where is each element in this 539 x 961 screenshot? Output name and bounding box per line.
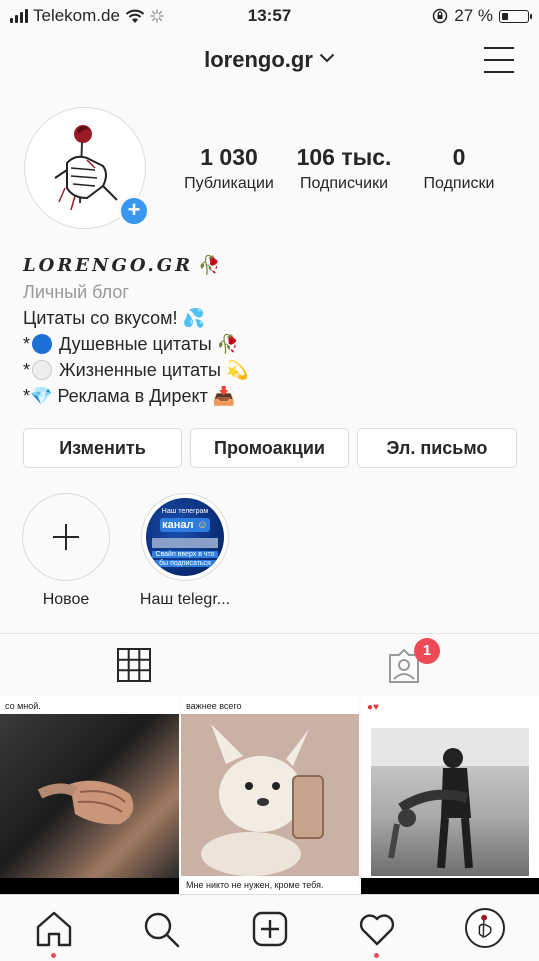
holding-hands-image — [37, 780, 134, 825]
story-telegram-label: Наш telegr... — [139, 591, 231, 608]
battery-icon — [499, 9, 532, 23]
stat-following[interactable]: 0 Подписки — [408, 144, 510, 193]
bio-line-3: * Жизненные цитаты 💫 — [23, 360, 249, 380]
profile-header: lorengo.gr — [0, 38, 539, 84]
add-story-plus-icon[interactable]: + — [118, 195, 150, 227]
activity-heart-icon[interactable] — [357, 909, 397, 949]
stat-posts-label: Публикации — [184, 175, 274, 192]
post-caption-bottom: Мне никто не нужен, кроме тебя. — [186, 880, 324, 890]
story-new-label: Новое — [42, 591, 90, 608]
post-image — [371, 728, 529, 876]
story-telegram[interactable]: Наш телеграм канал ☺ Свайп вверх в что б… — [137, 493, 233, 609]
post-tile[interactable]: ●♥ — [361, 696, 539, 894]
post-image — [0, 714, 179, 878]
bottom-navigation — [0, 894, 539, 961]
bio-line-1: Цитаты со вкусом! 💦 — [23, 308, 205, 328]
home-icon[interactable] — [34, 909, 74, 949]
stat-posts-value: 1 030 — [200, 144, 258, 170]
post-caption: со мной. — [5, 701, 41, 711]
story-thumbnail: Наш телеграм канал ☺ Свайп вверх в что б… — [146, 498, 224, 576]
droplets-emoji-icon: 💦 — [182, 308, 205, 328]
stat-following-label: Подписки — [423, 175, 495, 192]
bio-line-2: * Душевные цитаты 🥀 — [23, 334, 240, 354]
bio-name-line: LORENGO.GR 🥀 — [23, 252, 248, 279]
stat-followers-label: Подписчики — [299, 175, 388, 192]
post-bottom-strip — [0, 878, 179, 894]
story-text-4: бы подписаться — [154, 560, 216, 567]
chevron-down-icon — [319, 53, 335, 63]
orientation-lock-icon — [433, 8, 448, 24]
couple-photo-image — [371, 728, 529, 869]
profile-category: Личный блог — [23, 282, 129, 302]
username-label: lorengo.gr — [204, 47, 313, 72]
profile-tabs: 1 — [0, 633, 539, 696]
gem-emoji-icon: 💎 — [30, 386, 53, 406]
promotions-button[interactable]: Промоакции — [190, 428, 349, 468]
story-phone-strip — [152, 538, 218, 548]
post-tile[interactable]: важнее всего Мне никто не нужен, кроме т… — [181, 696, 359, 894]
profile-name: LORENGO.GR — [23, 255, 194, 276]
telegram-story-circle[interactable]: Наш телеграм канал ☺ Свайп вверх в что б… — [141, 493, 229, 581]
story-text-3: Свайп вверх в что — [152, 551, 218, 558]
email-button[interactable]: Эл. письмо — [357, 428, 517, 468]
grid-view-icon[interactable] — [117, 648, 151, 682]
home-notification-dot — [51, 953, 56, 958]
rose-emoji-icon: 🥀 — [198, 255, 221, 275]
chihuahua-phone-image — [201, 724, 324, 876]
post-bottom-strip — [361, 878, 539, 894]
post-caption: важнее всего — [186, 701, 242, 711]
post-image — [181, 714, 359, 876]
inbox-tray-emoji-icon: 📥 — [212, 386, 236, 406]
menu-icon[interactable] — [484, 47, 514, 73]
account-switcher[interactable]: lorengo.gr — [0, 47, 539, 73]
story-new[interactable]: Новое — [20, 493, 112, 609]
new-post-icon[interactable] — [250, 909, 290, 949]
activity-notification-dot — [374, 953, 379, 958]
bio-line-4: *💎 Реклама в Директ 📥 — [23, 386, 236, 406]
dizzy-emoji-icon: 💫 — [225, 360, 249, 380]
rose-hand-logo-small — [478, 914, 492, 939]
edit-profile-button[interactable]: Изменить — [23, 428, 182, 468]
stat-following-value: 0 — [452, 144, 466, 170]
rose-emoji-icon: 🥀 — [216, 334, 240, 354]
stat-posts[interactable]: 1 030 Публикации — [176, 144, 282, 193]
smile-emoji-icon: ☺ — [196, 519, 208, 531]
search-icon[interactable] — [141, 909, 181, 949]
battery-label: 27 % — [454, 6, 493, 25]
post-tile[interactable]: со мной. — [0, 696, 179, 894]
tagged-notification-badge: 1 — [414, 638, 440, 664]
status-bar: Telekom.de 13:57 27 % — [0, 0, 539, 32]
profile-tab-avatar[interactable] — [465, 908, 505, 948]
status-right: 27 % — [432, 6, 532, 26]
posts-grid: со мной. важнее всего Мне никто не нужен… — [0, 696, 539, 894]
story-text-1: Наш телеграм — [161, 508, 209, 515]
story-text-2-box: канал ☺ — [160, 518, 210, 532]
heart-emoji-icon: ●♥ — [367, 702, 379, 713]
profile-bio: LORENGO.GR 🥀 Личный блог Цитаты со вкусо… — [23, 252, 248, 409]
new-story-circle[interactable] — [22, 493, 110, 581]
stat-followers[interactable]: 106 тыс. Подписчики — [290, 144, 398, 193]
stat-followers-value: 106 тыс. — [296, 144, 392, 170]
white-circle-icon — [32, 360, 53, 380]
blue-circle-icon — [32, 334, 53, 354]
plus-icon — [53, 524, 79, 550]
